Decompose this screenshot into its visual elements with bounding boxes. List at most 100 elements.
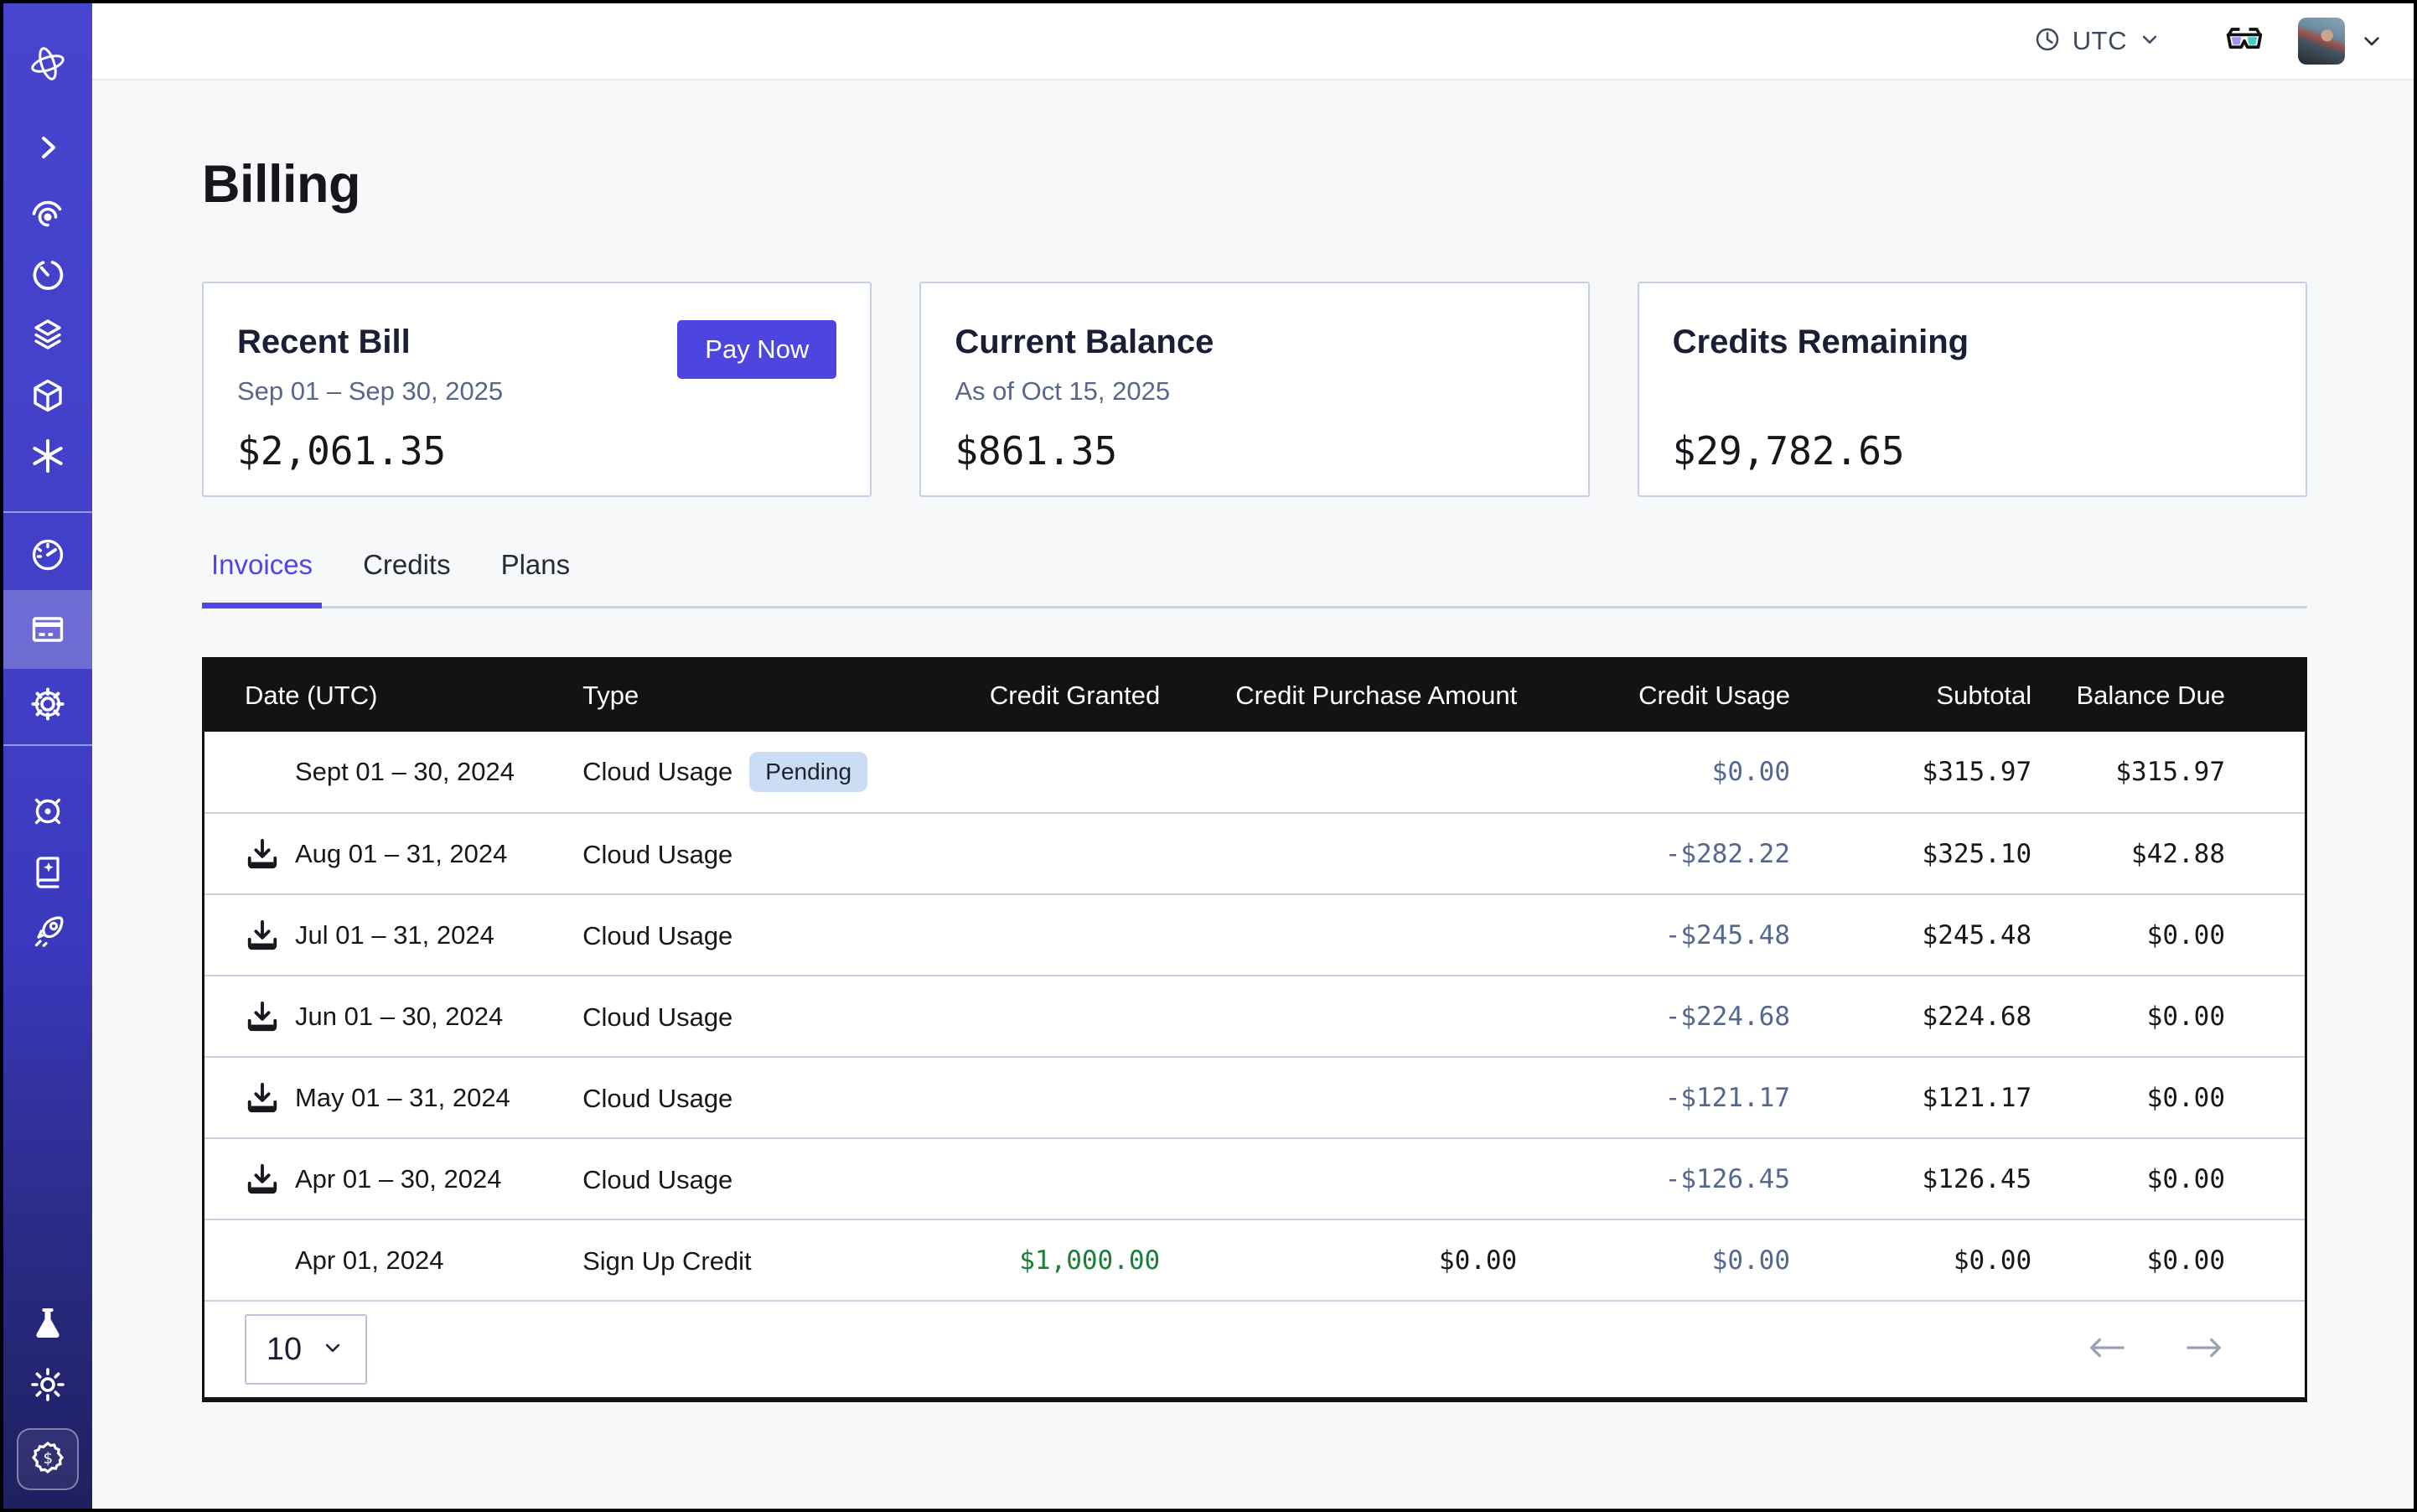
layers-icon xyxy=(28,315,68,355)
tab-invoices[interactable]: Invoices xyxy=(202,549,322,606)
credit-granted-value xyxy=(898,813,1160,894)
app-logo[interactable] xyxy=(3,34,92,94)
invoice-row: Apr 01 – 30, 2024Cloud Usage-$126.45$126… xyxy=(204,1138,2305,1219)
credit-purchase-value xyxy=(1160,732,1517,813)
subtotal-value: $126.45 xyxy=(1790,1138,2031,1219)
sidebar-item-docs[interactable] xyxy=(3,841,92,902)
invoice-row: May 01 – 31, 2024Cloud Usage-$121.17$121… xyxy=(204,1057,2305,1138)
invoice-period: Apr 01, 2024 xyxy=(295,1245,444,1276)
credit-granted-value xyxy=(898,1138,1160,1219)
credit-usage-value: -$282.22 xyxy=(1517,813,1790,894)
invoice-type: Cloud Usage xyxy=(582,1083,732,1112)
invoice-type: Cloud Usage xyxy=(582,1002,732,1031)
sidebar-item-services[interactable] xyxy=(3,426,92,486)
pagination-bar: 10 xyxy=(204,1302,2305,1397)
sidebar-item-packages[interactable] xyxy=(3,365,92,426)
sidebar: $ xyxy=(3,3,92,1509)
previous-page-button[interactable] xyxy=(2086,1334,2128,1365)
chevron-down-icon xyxy=(2137,27,2162,56)
credit-granted-value xyxy=(898,894,1160,976)
card-title: Credits Remaining xyxy=(1673,324,2272,361)
sidebar-item-billing[interactable] xyxy=(3,590,92,669)
recent-bill-card: Recent Bill Sep 01 – Sep 30, 2025 $2,061… xyxy=(202,282,872,497)
content: Billing Recent Bill Sep 01 – Sep 30, 202… xyxy=(92,80,2414,1509)
billing-page: $ UTC xyxy=(0,0,2417,1512)
column-header: Date (UTC) xyxy=(204,660,582,732)
invoice-type: Sign Up Credit xyxy=(582,1245,752,1275)
credit-granted-value xyxy=(898,732,1160,813)
sidebar-divider xyxy=(3,511,92,513)
credit-purchase-value xyxy=(1160,813,1517,894)
sidebar-item-theme[interactable] xyxy=(3,1354,92,1415)
tabs: Invoices Credits Plans xyxy=(202,549,2307,608)
column-header: Balance Due xyxy=(2031,660,2305,732)
dollar-badge-icon: $ xyxy=(28,1437,68,1482)
subtotal-value: $224.68 xyxy=(1790,976,2031,1057)
main-area: UTC xyxy=(92,3,2414,1509)
balance-due-value: $0.00 xyxy=(2031,1138,2305,1219)
sidebar-item-settings[interactable] xyxy=(3,674,92,734)
sidebar-item-history[interactable] xyxy=(3,245,92,305)
recent-bill-amount: $2,061.35 xyxy=(237,428,836,474)
credit-purchase-value xyxy=(1160,976,1517,1057)
balance-due-value: $42.88 xyxy=(2031,813,2305,894)
sidebar-item-monitoring[interactable] xyxy=(3,184,92,245)
sidebar-divider xyxy=(3,744,92,746)
invoice-period: Aug 01 – 31, 2024 xyxy=(295,839,507,869)
theater-mode-button[interactable] xyxy=(2224,25,2264,58)
invoice-row: Aug 01 – 31, 2024 Cloud Usage -$282.22$325… xyxy=(204,813,2305,894)
tab-plans[interactable]: Plans xyxy=(492,549,580,606)
column-header: Credit Usage xyxy=(1517,660,1790,732)
invoice-row: Jun 01 – 30, 2024Cloud Usage-$224.68$224… xyxy=(204,976,2305,1057)
invoice-type: Cloud Usage xyxy=(582,839,732,868)
sidebar-item-support[interactable] xyxy=(3,781,92,841)
subtotal-value: $325.10 xyxy=(1790,813,2031,894)
sidebar-expand-button[interactable] xyxy=(3,117,92,178)
credit-usage-value: -$121.17 xyxy=(1517,1057,1790,1138)
credit-usage-value: -$126.45 xyxy=(1517,1138,1790,1219)
sidebar-item-labs[interactable] xyxy=(3,1294,92,1354)
chevron-right-icon xyxy=(28,127,68,168)
status-badge: Pending xyxy=(749,752,867,792)
download-invoice-icon[interactable] xyxy=(245,1162,280,1197)
current-balance-amount: $861.35 xyxy=(955,428,1554,474)
download-invoice-icon[interactable] xyxy=(245,999,280,1034)
subtotal-value: $121.17 xyxy=(1790,1057,2031,1138)
sidebar-item-getting-started[interactable] xyxy=(3,902,92,962)
credits-promo-button[interactable]: $ xyxy=(17,1428,79,1490)
gear-icon xyxy=(28,684,68,724)
credit-granted-value xyxy=(898,976,1160,1057)
invoice-period: Jul 01 – 31, 2024 xyxy=(295,920,494,950)
gauge-icon xyxy=(28,535,68,575)
download-invoice-icon[interactable] xyxy=(245,836,280,872)
column-header: Type xyxy=(582,660,898,732)
balance-due-value: $315.97 xyxy=(2031,732,2305,813)
page-size-select[interactable]: 10 xyxy=(245,1314,367,1385)
topbar: UTC xyxy=(92,3,2414,80)
credit-purchase-value xyxy=(1160,1138,1517,1219)
summary-cards: Recent Bill Sep 01 – Sep 30, 2025 $2,061… xyxy=(202,282,2307,497)
invoices-table: Date (UTC)TypeCredit GrantedCredit Purch… xyxy=(202,657,2307,1402)
invoice-type: Cloud Usage xyxy=(582,757,732,786)
pay-now-button[interactable]: Pay Now xyxy=(677,320,836,379)
sidebar-item-layers[interactable] xyxy=(3,305,92,365)
account-menu-button[interactable] xyxy=(2358,28,2385,54)
invoice-period: Jun 01 – 30, 2024 xyxy=(295,1002,503,1032)
current-balance-card: Current Balance As of Oct 15, 2025 $861.… xyxy=(919,282,1589,497)
book-sparkle-icon xyxy=(28,852,68,892)
credits-remaining-amount: $29,782.65 xyxy=(1673,428,2272,474)
download-invoice-icon[interactable] xyxy=(245,918,280,953)
balance-due-value: $0.00 xyxy=(2031,1057,2305,1138)
credit-usage-value: $0.00 xyxy=(1517,1219,1790,1301)
tab-credits[interactable]: Credits xyxy=(354,549,460,606)
invoice-type: Cloud Usage xyxy=(582,1164,732,1194)
download-invoice-icon[interactable] xyxy=(245,1080,280,1116)
asterisk-icon xyxy=(28,436,68,476)
user-avatar[interactable] xyxy=(2298,18,2345,65)
timezone-selector[interactable]: UTC xyxy=(2032,24,2162,59)
next-page-button[interactable] xyxy=(2183,1334,2225,1365)
spiral-icon xyxy=(28,194,68,235)
sidebar-item-usage[interactable] xyxy=(3,525,92,585)
column-header: Subtotal xyxy=(1790,660,2031,732)
chevron-down-icon xyxy=(320,1335,345,1364)
